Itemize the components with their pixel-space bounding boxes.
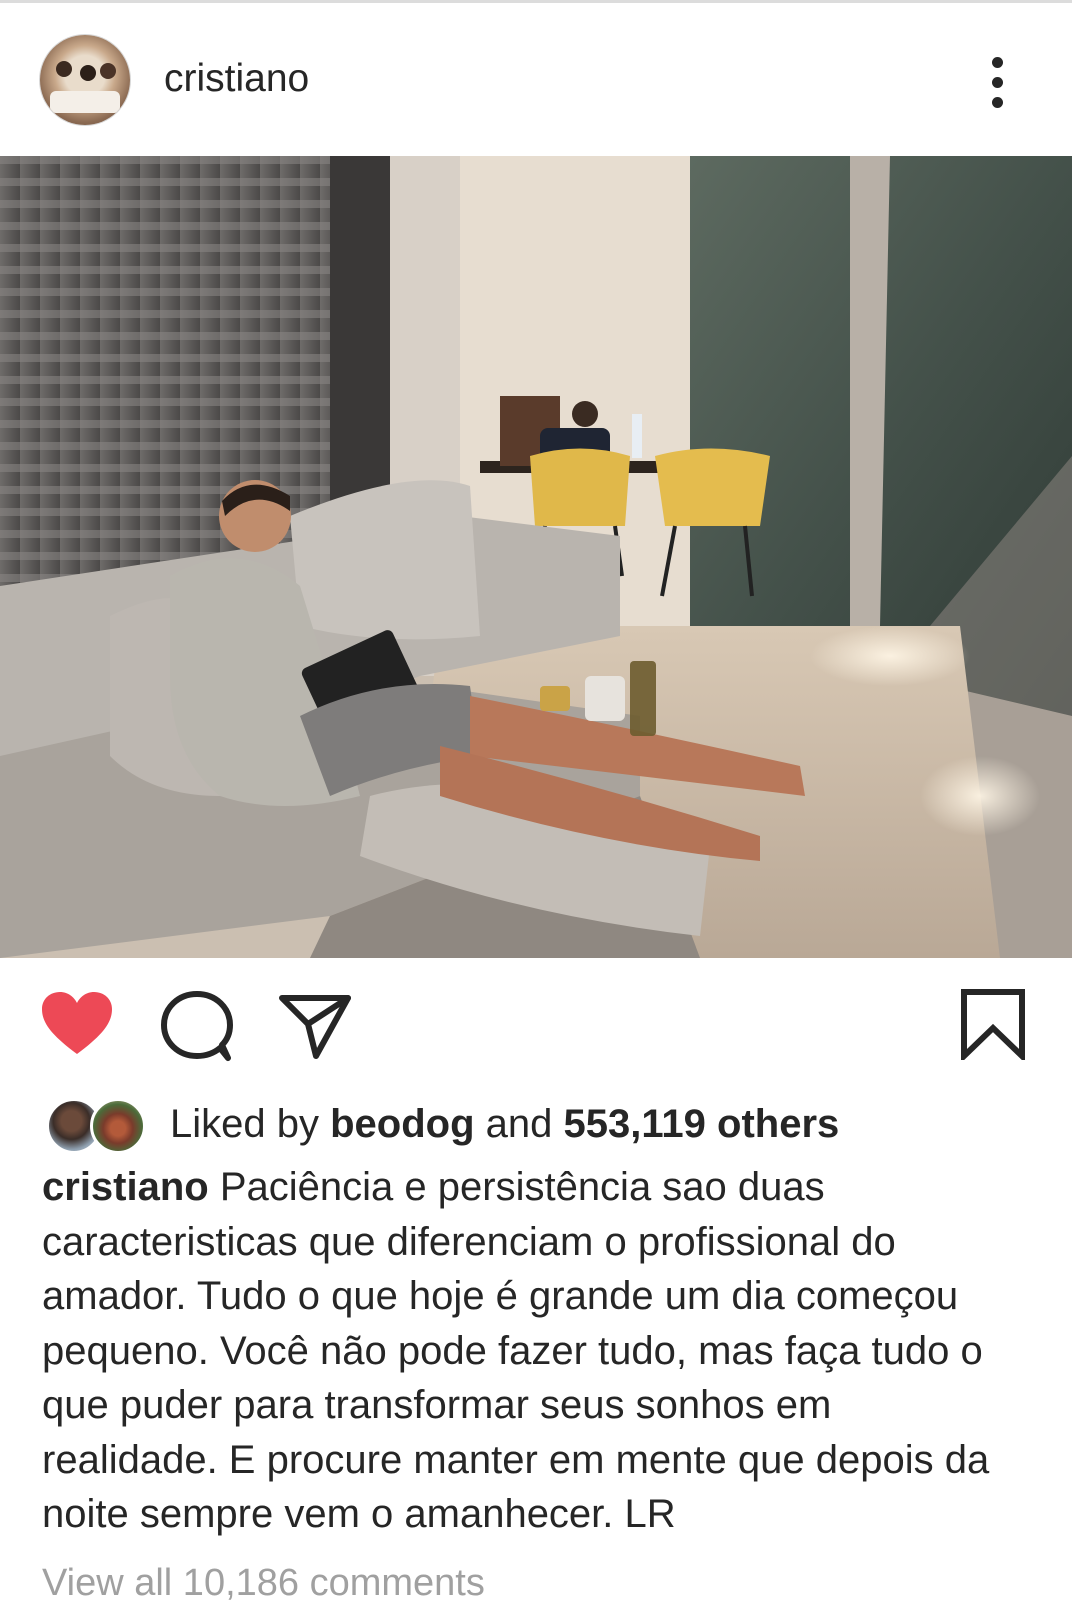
caption-line: caracteristicas que diferenciam o profis… — [42, 1219, 896, 1264]
post-actions — [0, 982, 1072, 1072]
likes-count[interactable]: 553,119 others — [564, 1102, 840, 1146]
caption-username[interactable]: cristiano — [42, 1165, 209, 1209]
likes-row: Liked by beodog and 553,119 others — [44, 1098, 1044, 1154]
post-photo[interactable] — [0, 156, 1072, 958]
caption-line: que puder para transformar seus sonhos e… — [42, 1383, 832, 1427]
bookmark-icon[interactable] — [960, 988, 1026, 1064]
post-caption: cristiano Paciência e persistência sao d… — [42, 1160, 1032, 1542]
liker-username[interactable]: beodog — [330, 1102, 474, 1146]
post-header: cristiano — [0, 3, 1072, 155]
caption-line: pequeno. Você não pode fazer tudo, mas f… — [42, 1328, 983, 1373]
profile-avatar[interactable] — [40, 35, 130, 125]
caption-line: noite sempre vem o amanhecer. LR — [42, 1492, 676, 1536]
caption-line: amador. Tudo o que hoje é grande um dia … — [42, 1274, 959, 1318]
comment-bubble-icon[interactable] — [160, 990, 234, 1062]
view-all-comments-link[interactable]: View all 10,186 comments — [42, 1562, 485, 1605]
post-photo-illustration — [0, 156, 1072, 958]
likes-prefix: Liked by — [170, 1102, 319, 1146]
paper-plane-icon[interactable] — [278, 992, 352, 1060]
caption-text: Paciência e persistência sao duas — [219, 1165, 825, 1209]
heart-filled-icon[interactable] — [40, 990, 114, 1056]
caption-line: cristiano Paciência e persistência sao d… — [42, 1160, 1032, 1215]
more-vertical-icon[interactable] — [982, 55, 1014, 111]
likes-text[interactable]: Liked by beodog and 553,119 others — [170, 1102, 839, 1147]
post-username[interactable]: cristiano — [164, 57, 309, 101]
liker-avatar[interactable] — [90, 1098, 146, 1154]
caption-line: realidade. E procure manter em mente que… — [42, 1437, 990, 1482]
likes-joiner: and — [485, 1102, 553, 1146]
